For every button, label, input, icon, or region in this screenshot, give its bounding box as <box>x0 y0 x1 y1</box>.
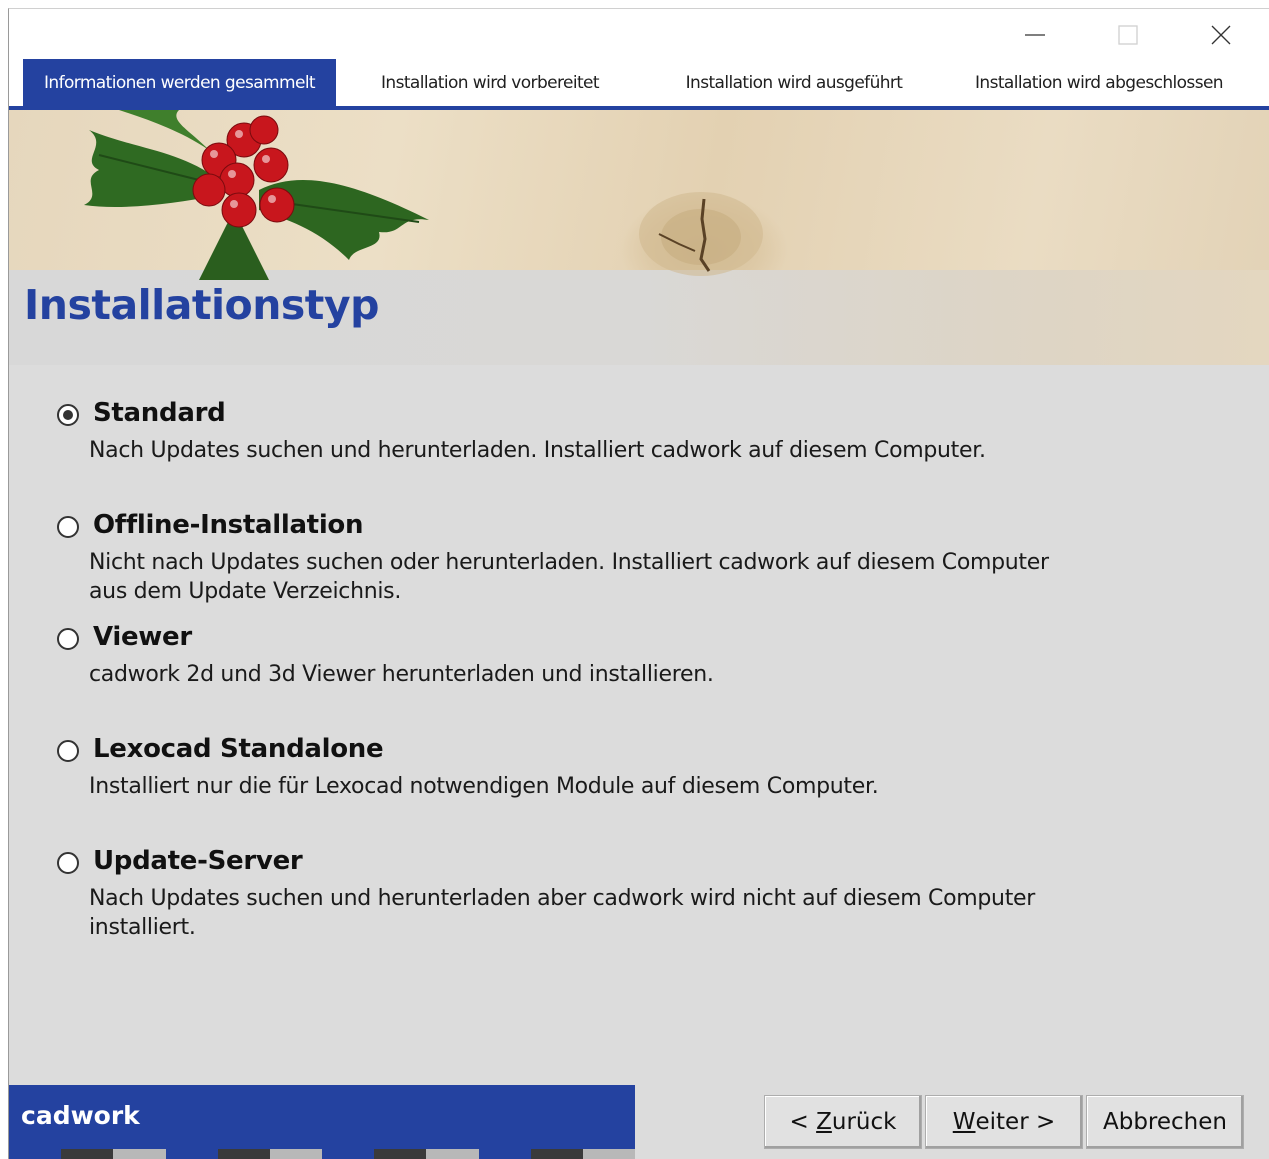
step-tabs: Informationen werden gesammelt Installat… <box>9 59 1269 106</box>
option-label[interactable]: Viewer <box>93 622 192 652</box>
holly-image <box>84 110 429 280</box>
maximize-icon <box>1118 25 1138 45</box>
tab-installation-wird-vorbereitet: Installation wird vorbereitet <box>381 72 600 93</box>
page-title: Installationstyp <box>24 281 379 329</box>
close-button[interactable] <box>1198 15 1244 55</box>
installer-window: Informationen werden gesammelt Installat… <box>8 8 1269 1159</box>
tab-informationen-werden-gesammelt: Informationen werden gesammelt <box>23 59 336 106</box>
wood-knot-image <box>639 192 763 276</box>
option-description: Installiert nur die für Lexocad notwendi… <box>89 774 879 799</box>
back-button[interactable]: < Zurück <box>764 1095 922 1149</box>
radio-update-server[interactable] <box>57 852 79 874</box>
brand-logo-text: cadwork <box>21 1101 140 1130</box>
option-label[interactable]: Update-Server <box>93 846 303 876</box>
option-description: Nicht nach Updates suchen oder herunterl… <box>89 550 1049 604</box>
radio-offline-installation[interactable] <box>57 516 79 538</box>
radio-viewer[interactable] <box>57 628 79 650</box>
radio-lexocad-standalone[interactable] <box>57 740 79 762</box>
minimize-button[interactable] <box>1012 15 1058 55</box>
minimize-icon <box>1025 34 1045 36</box>
close-icon <box>1211 25 1231 45</box>
back-button-label: urück <box>831 1109 897 1135</box>
title-bar <box>9 9 1269 59</box>
next-button-mnemonic: W <box>952 1109 976 1135</box>
cancel-button-label: Abbrechen <box>1103 1109 1227 1135</box>
option-label[interactable]: Standard <box>93 398 226 428</box>
cancel-button[interactable]: Abbrechen <box>1086 1095 1244 1149</box>
back-button-mnemonic: Z <box>816 1109 832 1135</box>
cadwork-brand-bar: cadwork <box>9 1085 635 1149</box>
option-description: Nach Updates suchen und herunterladen ab… <box>89 886 1035 940</box>
option-label[interactable]: Lexocad Standalone <box>93 734 384 764</box>
radio-standard[interactable] <box>57 404 79 426</box>
tab-installation-wird-abgeschlossen: Installation wird abgeschlossen <box>975 72 1224 93</box>
tab-installation-wird-ausgefuehrt: Installation wird ausgeführt <box>685 72 903 93</box>
option-description: cadwork 2d und 3d Viewer herunterladen u… <box>89 662 714 687</box>
maximize-button[interactable] <box>1105 15 1151 55</box>
option-description: Nach Updates suchen und herunterladen. I… <box>89 438 986 463</box>
option-label[interactable]: Offline-Installation <box>93 510 364 540</box>
next-button-label: eiter > <box>975 1109 1056 1135</box>
back-button-prefix: < <box>789 1109 817 1135</box>
next-button[interactable]: Weiter > <box>925 1095 1083 1149</box>
